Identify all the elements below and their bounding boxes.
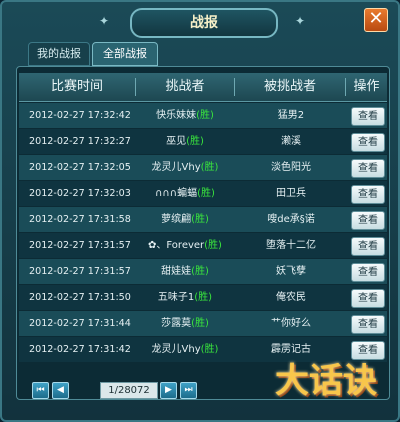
match-time: 2012-02-27 17:32:05: [29, 162, 131, 173]
view-button[interactable]: 查看: [351, 263, 385, 282]
table-row: 2012-02-27 17:31:50 五味子1(胜) 俺农民 查看: [19, 285, 387, 310]
tab-my-reports[interactable]: 我的战报: [28, 42, 90, 66]
game-logo: 大话诀: [275, 361, 377, 401]
win-mark: (胜): [191, 214, 209, 225]
match-time: 2012-02-27 17:31:57: [29, 240, 131, 251]
view-button[interactable]: 查看: [351, 185, 385, 204]
defender-name: 嗖de承§诺: [267, 214, 315, 225]
header-defender: 被挑战者: [263, 79, 316, 94]
view-button[interactable]: 查看: [351, 211, 385, 230]
view-button[interactable]: 查看: [351, 315, 385, 334]
match-time: 2012-02-27 17:31:42: [29, 344, 131, 355]
win-mark: (胜): [200, 162, 219, 173]
close-button[interactable]: ✕: [364, 8, 388, 32]
table-row: 2012-02-27 17:32:03 ∩∩∩蝙蝠(胜) 田卫兵 查看: [19, 181, 387, 206]
table-row: 2012-02-27 17:32:05 龙灵儿Vhy(胜) 淡色阳光 查看: [19, 155, 387, 180]
table-header: 比赛时间 挑战者 被挑战者 操作: [19, 73, 387, 102]
match-time: 2012-02-27 17:31:58: [29, 214, 131, 225]
defender-name: 妖飞孽: [276, 266, 306, 277]
view-button[interactable]: 查看: [351, 133, 385, 152]
win-mark: (胜): [200, 344, 219, 355]
challenger-name: 莎露莫(胜): [161, 318, 209, 329]
match-time: 2012-02-27 17:31:44: [29, 318, 131, 329]
page-indicator: 1/28072: [100, 382, 158, 399]
header-challenger: 挑战者: [165, 79, 205, 94]
title-right-ornament-icon: ✦: [294, 14, 306, 28]
challenger-name: 龙灵儿Vhy(胜): [151, 344, 219, 355]
challenger-name: 萝缤翩(胜): [161, 214, 209, 225]
table-row: 2012-02-27 17:31:44 莎露莫(胜) 艹你好么 查看: [19, 311, 387, 336]
defender-name: 俺农民: [276, 292, 306, 303]
win-mark: (胜): [191, 318, 209, 329]
challenger-name: 甜娃娃(胜): [161, 266, 209, 277]
window-title: 战报: [130, 8, 278, 38]
win-mark: (胜): [197, 188, 215, 199]
win-mark: (胜): [204, 240, 222, 251]
defender-name: 堕落十二亿: [266, 240, 316, 251]
battle-report-window: ✦ 战报 ✦ ✕ 我的战报 全部战报 比赛时间 挑战者 被挑战者 操作 2012…: [0, 0, 400, 422]
win-mark: (胜): [191, 266, 209, 277]
view-button[interactable]: 查看: [351, 289, 385, 308]
table-row: 2012-02-27 17:31:57 甜娃娃(胜) 妖飞孽 查看: [19, 259, 387, 284]
title-left-ornament-icon: ✦: [98, 14, 110, 28]
challenger-name: 快乐妹妹(胜): [156, 110, 214, 121]
defender-name: 淡色阳光: [271, 162, 311, 173]
table-row: 2012-02-27 17:31:57 ✿、Forever(胜) 堕落十二亿 查…: [19, 233, 387, 258]
match-time: 2012-02-27 17:32:03: [29, 188, 131, 199]
challenger-name: 龙灵儿Vhy(胜): [151, 162, 219, 173]
defender-name: 猛男2: [277, 110, 305, 121]
match-time: 2012-02-27 17:31:57: [29, 266, 131, 277]
defender-name: 艹你好么: [271, 318, 311, 329]
table-row: 2012-02-27 17:31:58 萝缤翩(胜) 嗖de承§诺 查看: [19, 207, 387, 232]
challenger-name: ✿、Forever(胜): [148, 240, 222, 251]
tab-all-reports[interactable]: 全部战报: [92, 42, 158, 66]
table-row: 2012-02-27 17:32:27 巫见(胜) 濑溪 查看: [19, 129, 387, 154]
next-page-button[interactable]: ▶: [160, 382, 177, 399]
match-time: 2012-02-27 17:31:50: [29, 292, 131, 303]
view-button[interactable]: 查看: [351, 159, 385, 178]
win-mark: (胜): [194, 292, 213, 303]
first-page-button[interactable]: ⏮: [32, 382, 49, 399]
reports-table-panel: 比赛时间 挑战者 被挑战者 操作 2012-02-27 17:32:42 快乐妹…: [16, 66, 390, 400]
match-time: 2012-02-27 17:32:27: [29, 136, 131, 147]
defender-name: 田卫兵: [276, 188, 306, 199]
win-mark: (胜): [186, 136, 204, 147]
challenger-name: 巫见(胜): [166, 136, 204, 147]
header-time: 比赛时间: [50, 79, 103, 94]
challenger-name: ∩∩∩蝙蝠(胜): [155, 188, 215, 199]
view-button[interactable]: 查看: [351, 237, 385, 256]
header-action: 操作: [353, 79, 380, 94]
defender-name: 濑溪: [281, 136, 301, 147]
last-page-button[interactable]: ⏭: [180, 382, 197, 399]
match-time: 2012-02-27 17:32:42: [29, 110, 131, 121]
win-mark: (胜): [196, 110, 214, 121]
view-button[interactable]: 查看: [351, 107, 385, 126]
previous-page-button[interactable]: ◀: [52, 382, 69, 399]
challenger-name: 五味子1(胜): [157, 292, 213, 303]
table-row: 2012-02-27 17:32:42 快乐妹妹(胜) 猛男2 查看: [19, 103, 387, 128]
